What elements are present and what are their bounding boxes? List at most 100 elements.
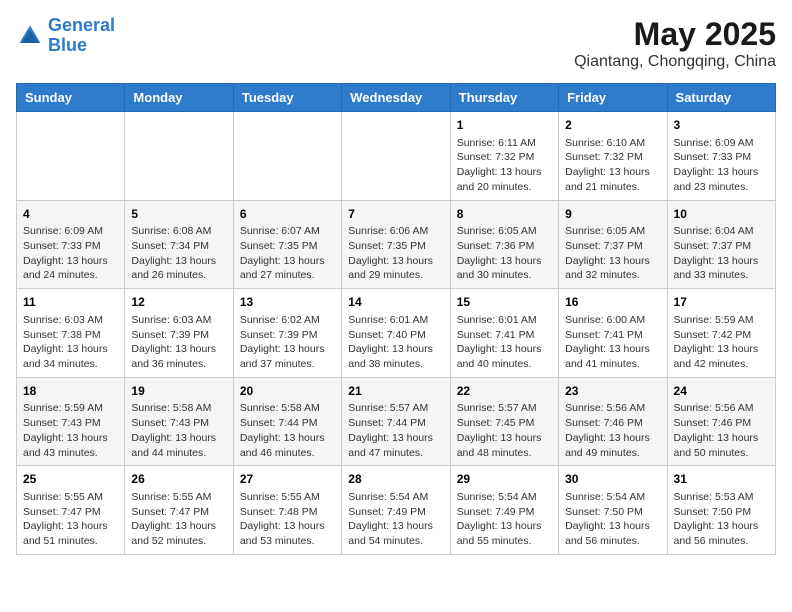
day-info: Sunrise: 5:57 AM: [348, 401, 443, 416]
day-number: 19: [131, 383, 226, 400]
calendar-cell: 20Sunrise: 5:58 AMSunset: 7:44 PMDayligh…: [233, 377, 341, 466]
day-info: Sunrise: 5:58 AM: [240, 401, 335, 416]
day-info: Sunrise: 6:03 AM: [131, 313, 226, 328]
calendar-cell: 16Sunrise: 6:00 AMSunset: 7:41 PMDayligh…: [559, 289, 667, 378]
calendar-cell: 25Sunrise: 5:55 AMSunset: 7:47 PMDayligh…: [17, 466, 125, 555]
day-info: Sunset: 7:33 PM: [23, 239, 118, 254]
day-info: Sunset: 7:48 PM: [240, 505, 335, 520]
calendar-cell: 11Sunrise: 6:03 AMSunset: 7:38 PMDayligh…: [17, 289, 125, 378]
day-info: Daylight: 13 hours and 23 minutes.: [674, 165, 769, 194]
day-number: 4: [23, 206, 118, 223]
main-title: May 2025: [574, 16, 776, 53]
calendar-week-row: 25 Sunrise: 5:55 AM Sunset: 7:47 PM Dayligh…: [17, 466, 776, 555]
day-number: 10: [674, 206, 769, 223]
calendar-cell: 15Sunrise: 6:01 AMSunset: 7:41 PMDayligh…: [450, 289, 558, 378]
day-info: Sunrise: 6:01 AM: [457, 313, 552, 328]
day-info: Sunrise: 6:07 AM: [240, 224, 335, 239]
calendar-cell: 21Sunrise: 5:57 AMSunset: 7:44 PMDayligh…: [342, 377, 450, 466]
day-info: Daylight: 13 hours and 32 minutes.: [565, 254, 660, 283]
day-number: 22: [457, 383, 552, 400]
day-number: 12: [131, 294, 226, 311]
day-info: Sunset: 7:37 PM: [565, 239, 660, 254]
day-number: 25: [23, 471, 118, 488]
day-number: 6: [240, 206, 335, 223]
day-info: Sunset: 7:36 PM: [457, 239, 552, 254]
logo: General Blue: [16, 16, 115, 56]
calendar-cell: 6Sunrise: 6:07 AMSunset: 7:35 PMDaylight…: [233, 200, 341, 289]
day-info: Sunrise: 5:54 AM: [565, 490, 660, 505]
calendar-week-row: 18Sunrise: 5:59 AMSunset: 7:43 PMDayligh…: [17, 377, 776, 466]
day-info: Sunrise: 5:56 AM: [565, 401, 660, 416]
weekday-header-cell: Friday: [559, 84, 667, 112]
calendar-cell: 5Sunrise: 6:08 AMSunset: 7:34 PMDaylight…: [125, 200, 233, 289]
calendar-table: SundayMondayTuesdayWednesdayThursdayFrid…: [16, 83, 776, 555]
day-number: 26: [131, 471, 226, 488]
calendar-cell: 26Sunrise: 5:55 AMSunset: 7:47 PMDayligh…: [125, 466, 233, 555]
day-info: Daylight: 13 hours and 41 minutes.: [565, 342, 660, 371]
day-info: Sunrise: 6:05 AM: [457, 224, 552, 239]
day-number: 16: [565, 294, 660, 311]
day-info: Sunset: 7:32 PM: [457, 150, 552, 165]
day-info: Daylight: 13 hours and 36 minutes.: [131, 342, 226, 371]
day-info: Daylight: 13 hours and 48 minutes.: [457, 431, 552, 460]
day-info: Sunset: 7:39 PM: [240, 328, 335, 343]
calendar-cell: 1Sunrise: 6:11 AMSunset: 7:32 PMDaylight…: [450, 112, 558, 201]
day-number: 23: [565, 383, 660, 400]
day-info: Daylight: 13 hours and 34 minutes.: [23, 342, 118, 371]
day-info: Sunrise: 6:08 AM: [131, 224, 226, 239]
day-info: Sunset: 7:50 PM: [565, 505, 660, 520]
calendar-cell: 17Sunrise: 5:59 AMSunset: 7:42 PMDayligh…: [667, 289, 775, 378]
day-info: Sunrise: 5:59 AM: [23, 401, 118, 416]
day-info: Daylight: 13 hours and 43 minutes.: [23, 431, 118, 460]
day-info: Daylight: 13 hours and 29 minutes.: [348, 254, 443, 283]
day-info: Sunrise: 5:55 AM: [240, 490, 335, 505]
day-number: 13: [240, 294, 335, 311]
day-info: Sunset: 7:42 PM: [674, 328, 769, 343]
subtitle: Qiantang, Chongqing, China: [574, 53, 776, 71]
page-header: General Blue May 2025 Qiantang, Chongqin…: [16, 16, 776, 71]
calendar-cell: 9Sunrise: 6:05 AMSunset: 7:37 PMDaylight…: [559, 200, 667, 289]
day-info: Sunset: 7:43 PM: [131, 416, 226, 431]
day-info: Daylight: 13 hours and 46 minutes.: [240, 431, 335, 460]
day-number: 9: [565, 206, 660, 223]
day-number: 2: [565, 117, 660, 134]
day-info: Daylight: 13 hours and 55 minutes.: [457, 519, 552, 548]
day-info: Sunrise: 5:55 AM: [131, 490, 226, 505]
day-info: Daylight: 13 hours and 24 minutes.: [23, 254, 118, 283]
day-number: 3: [674, 117, 769, 134]
day-info: Daylight: 13 hours and 53 minutes.: [240, 519, 335, 548]
day-info: Sunset: 7:44 PM: [240, 416, 335, 431]
day-info: Sunset: 7:43 PM: [23, 416, 118, 431]
day-info: Sunset: 7:45 PM: [457, 416, 552, 431]
day-number: 11: [23, 294, 118, 311]
day-info: Daylight: 13 hours and 52 minutes.: [131, 519, 226, 548]
day-info: Daylight: 13 hours and 50 minutes.: [674, 431, 769, 460]
day-info: Sunset: 7:47 PM: [23, 505, 118, 520]
day-info: Sunrise: 6:03 AM: [23, 313, 118, 328]
calendar-week-row: 1Sunrise: 6:11 AMSunset: 7:32 PMDaylight…: [17, 112, 776, 201]
day-info: Daylight: 13 hours and 44 minutes.: [131, 431, 226, 460]
day-info: Sunrise: 5:56 AM: [674, 401, 769, 416]
day-info: Daylight: 13 hours and 26 minutes.: [131, 254, 226, 283]
day-info: Sunrise: 6:04 AM: [674, 224, 769, 239]
weekday-header-row: SundayMondayTuesdayWednesdayThursdayFrid…: [17, 84, 776, 112]
day-info: Daylight: 13 hours and 27 minutes.: [240, 254, 335, 283]
day-number: 17: [674, 294, 769, 311]
day-info: Daylight: 13 hours and 42 minutes.: [674, 342, 769, 371]
weekday-header-cell: Monday: [125, 84, 233, 112]
day-info: Daylight: 13 hours and 56 minutes.: [565, 519, 660, 548]
day-info: Sunset: 7:32 PM: [565, 150, 660, 165]
day-info: Sunset: 7:41 PM: [457, 328, 552, 343]
day-info: Daylight: 13 hours and 49 minutes.: [565, 431, 660, 460]
day-info: Sunset: 7:34 PM: [131, 239, 226, 254]
calendar-cell: 13Sunrise: 6:02 AMSunset: 7:39 PMDayligh…: [233, 289, 341, 378]
day-info: Sunset: 7:33 PM: [674, 150, 769, 165]
day-info: Sunset: 7:41 PM: [565, 328, 660, 343]
day-info: Sunrise: 5:53 AM: [674, 490, 769, 505]
calendar-week-row: 4Sunrise: 6:09 AMSunset: 7:33 PMDaylight…: [17, 200, 776, 289]
day-info: Sunset: 7:35 PM: [240, 239, 335, 254]
calendar-cell: 31Sunrise: 5:53 AMSunset: 7:50 PMDayligh…: [667, 466, 775, 555]
day-number: 5: [131, 206, 226, 223]
calendar-cell: 30Sunrise: 5:54 AMSunset: 7:50 PMDayligh…: [559, 466, 667, 555]
day-number: 28: [348, 471, 443, 488]
